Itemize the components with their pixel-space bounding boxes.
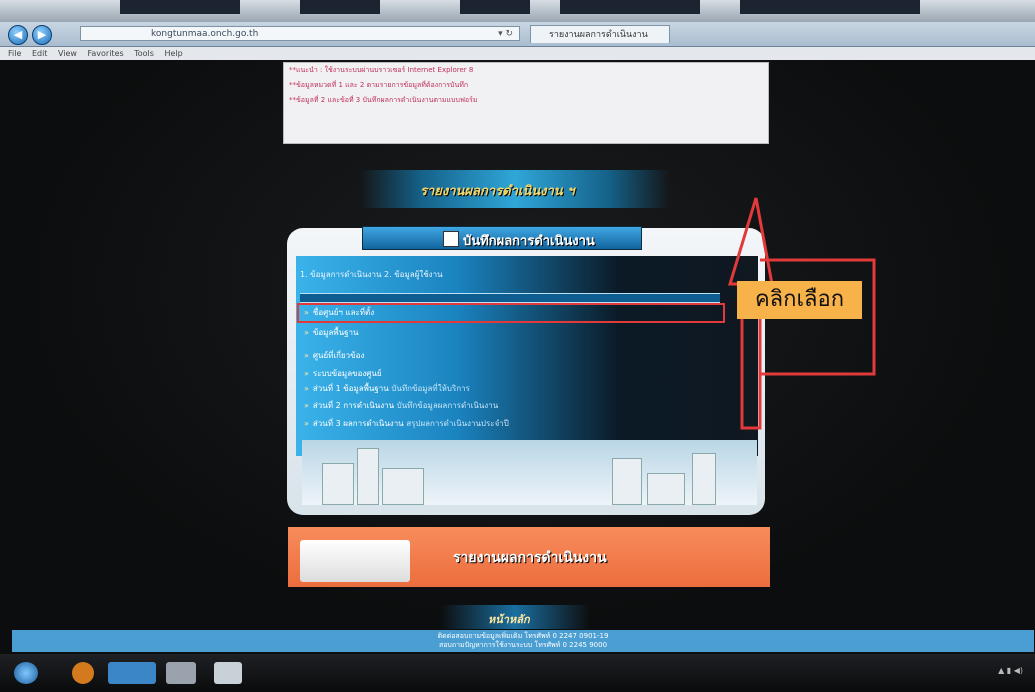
notice-line: **ข้อมูลที่ 2 และข้อที่ 3 บันทึกผลการดำเ…: [289, 96, 478, 104]
list-item[interactable]: » ส่วนที่ 2 การดำเนินงาน บันทึกข้อมูลผลกา…: [304, 399, 724, 413]
browser-tab[interactable]: รายงานผลการดำเนินงาน: [530, 25, 670, 43]
list-item[interactable]: » ส่วนที่ 1 ข้อมูลพื้นฐาน บันทึกข้อมูลที่…: [304, 382, 724, 396]
notice-box: **แนะนำ : ใช้งานระบบผ่านบราวเซอร์ Intern…: [283, 62, 769, 144]
forward-icon[interactable]: ▶: [32, 25, 52, 45]
menu-bar: File Edit View Favorites Tools Help: [0, 47, 1035, 60]
url-field[interactable]: kongtunmaa.onch.go.th ▾ ↻: [80, 26, 520, 41]
window-icon[interactable]: [214, 662, 242, 684]
selection-bar: [300, 293, 720, 303]
list-item[interactable]: » ส่วนที่ 3 ผลการดำเนินงาน สรุปผลการดำเนิ…: [304, 417, 724, 431]
media-icon[interactable]: [72, 662, 94, 684]
list-item[interactable]: » ศูนย์ที่เกี่ยวข้อง: [304, 349, 724, 363]
list-item[interactable]: » ข้อมูลพื้นฐาน: [304, 326, 724, 340]
refresh-icon[interactable]: ▾ ↻: [498, 27, 513, 42]
system-tray: ▲ ▮ ◀): [998, 666, 1023, 675]
record-results-tab[interactable]: บันทึกผลการดำเนินงาน: [362, 226, 642, 250]
tab-title: รายงานผลการดำเนินงาน: [549, 30, 648, 40]
menu-edit[interactable]: Edit: [32, 49, 48, 58]
menu-help[interactable]: Help: [164, 49, 182, 58]
header-banner-title: รายงานผลการดำเนินงาน ฯ: [420, 184, 575, 199]
header-banner: รายงานผลการดำเนินงาน ฯ: [360, 170, 670, 208]
menu-file[interactable]: File: [8, 49, 21, 58]
start-icon[interactable]: [14, 662, 38, 684]
address-bar-area: ◀ ▶ kongtunmaa.onch.go.th ▾ ↻ รายงานผลกา…: [0, 22, 1035, 47]
footer-line: ติดต่อสอบถามข้อมูลเพิ่มเติม โทรศัพท์ 0 2…: [437, 632, 609, 640]
home-button-label: หน้าหลัก: [488, 613, 530, 626]
browser-taskbar-icon[interactable]: [108, 662, 156, 684]
click-select-label: คลิกเลือก: [737, 281, 862, 319]
report-illustration: [300, 540, 410, 582]
menu-view[interactable]: View: [58, 49, 77, 58]
highlight-box: [297, 303, 725, 323]
browser-top-strip: [0, 0, 1035, 22]
home-button[interactable]: หน้าหลัก: [440, 605, 590, 629]
menu-favorites[interactable]: Favorites: [88, 49, 124, 58]
report-results-label: รายงานผลการดำเนินงาน: [453, 550, 607, 566]
notice-line: **แนะนำ : ใช้งานระบบผ่านบราวเซอร์ Intern…: [289, 66, 474, 74]
menu-tools[interactable]: Tools: [134, 49, 154, 58]
back-icon[interactable]: ◀: [8, 25, 28, 45]
notice-line: **ข้อมูลหมวดที่ 1 และ 2 ตามรายการข้อมูลท…: [289, 81, 469, 89]
taskbar: ▲ ▮ ◀): [0, 654, 1035, 692]
footer: ติดต่อสอบถามข้อมูลเพิ่มเติม โทรศัพท์ 0 2…: [12, 630, 1034, 652]
list-item[interactable]: » ระบบข้อมูลของศูนย์: [304, 367, 724, 381]
document-icon: [443, 231, 459, 247]
footer-line: สอบถามปัญหาการใช้งานระบบ โทรศัพท์ 0 2245…: [438, 641, 608, 649]
folder-icon[interactable]: [166, 662, 196, 684]
city-illustration: [302, 440, 757, 505]
breadcrumb: 1. ข้อมูลการดำเนินงาน 2. ข้อมูลผู้ใช้งาน: [300, 270, 443, 279]
record-results-label: บันทึกผลการดำเนินงาน: [463, 234, 595, 249]
